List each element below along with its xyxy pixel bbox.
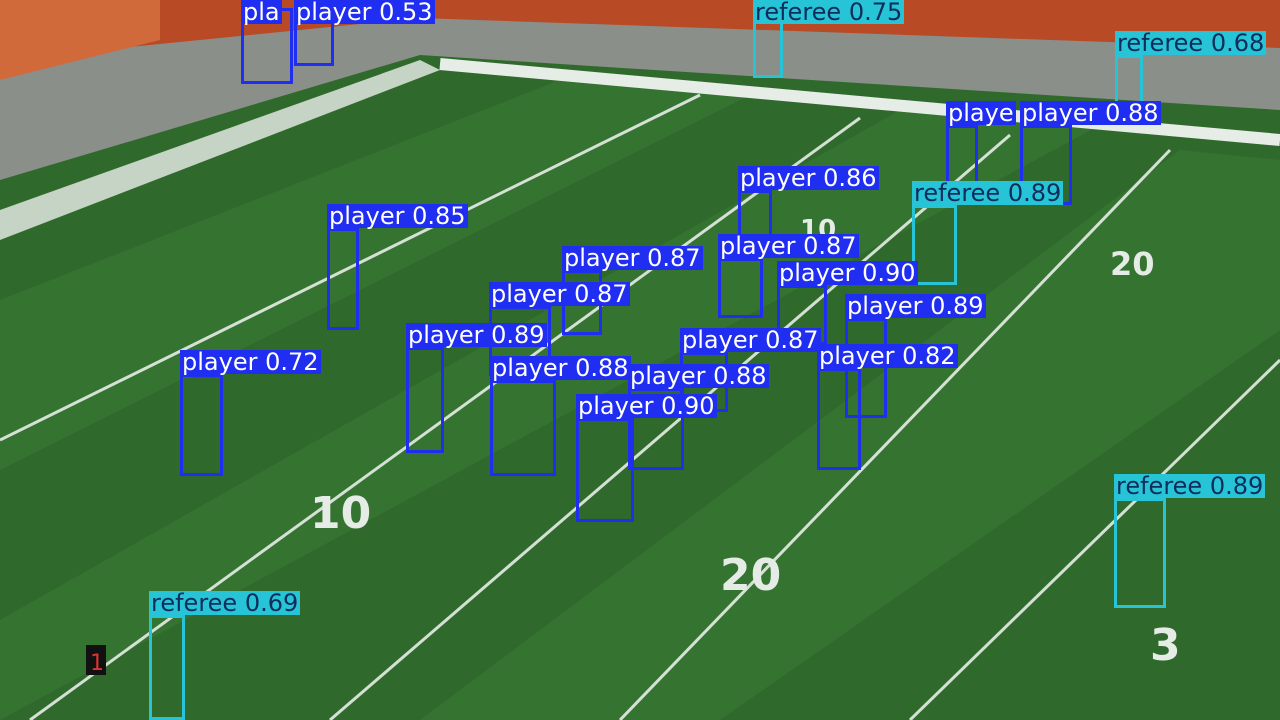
referee-bounding-box bbox=[1114, 498, 1166, 608]
player-label: pla bbox=[241, 0, 282, 26]
player-label: player 0.87 bbox=[718, 232, 859, 260]
player-bounding-box bbox=[576, 418, 634, 522]
down-marker: 1 bbox=[90, 651, 104, 676]
player-label: player 0.90 bbox=[777, 259, 918, 287]
player-label: player 0.88 bbox=[628, 362, 769, 390]
referee-label: referee 0.89 bbox=[912, 179, 1064, 207]
player-label: player 0.53 bbox=[294, 0, 435, 26]
referee-label: referee 0.75 bbox=[753, 0, 905, 26]
player-label: player 0.86 bbox=[738, 164, 879, 192]
field-number: 20 bbox=[1110, 245, 1155, 283]
player-label: player 0.88 bbox=[1020, 99, 1161, 127]
field-number: 20 bbox=[720, 550, 781, 601]
player-label: playe bbox=[946, 99, 1016, 127]
player-label: player 0.87 bbox=[680, 326, 821, 354]
referee-bounding-box bbox=[149, 615, 185, 720]
field-number: 3 bbox=[1150, 620, 1181, 671]
player-bounding-box bbox=[327, 228, 359, 330]
player-label: player 0.89 bbox=[406, 321, 547, 349]
player-bounding-box bbox=[490, 380, 556, 476]
player-label: player 0.90 bbox=[576, 392, 717, 420]
player-label: player 0.72 bbox=[180, 348, 321, 376]
player-label: player 0.87 bbox=[562, 244, 703, 272]
player-label: player 0.85 bbox=[327, 202, 468, 230]
player-label: player 0.82 bbox=[817, 342, 958, 370]
player-label: player 0.88 bbox=[490, 354, 631, 382]
player-bounding-box bbox=[718, 258, 763, 318]
player-label: player 0.87 bbox=[489, 280, 630, 308]
referee-bounding-box bbox=[912, 205, 957, 285]
field-number: 10 bbox=[310, 488, 371, 539]
referee-label: referee 0.69 bbox=[149, 589, 301, 617]
player-bounding-box bbox=[406, 347, 444, 453]
player-bounding-box bbox=[817, 368, 861, 470]
referee-label: referee 0.68 bbox=[1115, 29, 1267, 57]
football-field-scene: 10 20 10 20 3 1 player 0.53 pla referee 0.… bbox=[0, 0, 1280, 720]
player-bounding-box bbox=[180, 374, 223, 476]
player-label: player 0.89 bbox=[845, 292, 986, 320]
referee-label: referee 0.89 bbox=[1114, 472, 1266, 500]
